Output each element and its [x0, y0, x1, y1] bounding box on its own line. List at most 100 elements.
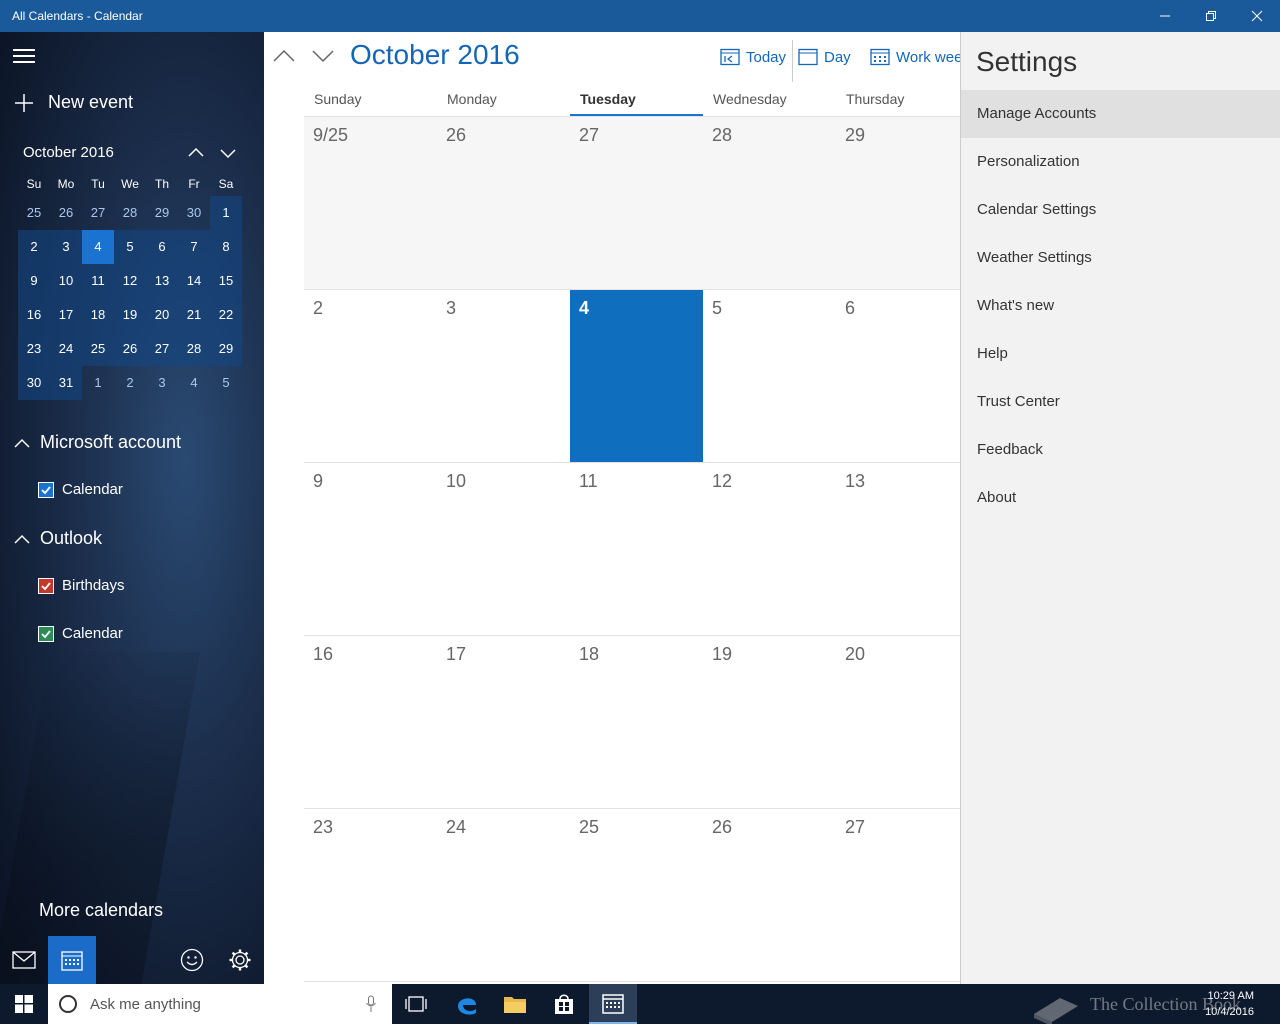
settings-button[interactable] [216, 936, 264, 984]
settings-item-personalization[interactable]: Personalization [961, 138, 1280, 186]
mini-calendar-day[interactable]: 12 [114, 264, 146, 298]
day-cell[interactable]: 2 [304, 290, 437, 462]
mini-calendar-day[interactable]: 23 [18, 332, 50, 366]
day-cell[interactable]: 27 [836, 809, 960, 981]
mini-calendar-day[interactable]: 2 [114, 366, 146, 400]
day-cell[interactable]: 6 [836, 290, 960, 462]
edge-button[interactable] [443, 984, 491, 1024]
close-button[interactable] [1234, 0, 1280, 32]
mini-calendar-day[interactable]: 30 [18, 366, 50, 400]
settings-item-what-s-new[interactable]: What's new [961, 282, 1280, 330]
file-explorer-button[interactable] [491, 984, 539, 1024]
restore-button[interactable] [1188, 0, 1234, 32]
checkbox[interactable] [38, 481, 54, 498]
day-cell[interactable]: 23 [304, 809, 437, 981]
mini-calendar-day[interactable]: 25 [82, 332, 114, 366]
mini-calendar-next-button[interactable] [216, 141, 240, 165]
calendar-taskbar-button[interactable] [589, 984, 637, 1024]
mini-calendar-day[interactable]: 27 [146, 332, 178, 366]
mini-calendar-day[interactable]: 11 [82, 264, 114, 298]
calendar-toggle-outlook-calendar[interactable]: Calendar [38, 625, 123, 642]
mini-calendar-day[interactable]: 6 [146, 230, 178, 264]
day-cell[interactable]: 3 [437, 290, 570, 462]
day-cell[interactable]: 5 [703, 290, 836, 462]
more-calendars-link[interactable]: More calendars [39, 900, 163, 921]
settings-item-about[interactable]: About [961, 474, 1280, 522]
mini-calendar-day[interactable]: 26 [50, 196, 82, 230]
store-button[interactable] [540, 984, 588, 1024]
day-cell[interactable]: 11 [570, 463, 703, 635]
feedback-smiley-button[interactable] [168, 936, 216, 984]
start-button[interactable] [0, 984, 48, 1024]
checkbox[interactable] [38, 577, 54, 594]
settings-item-calendar-settings[interactable]: Calendar Settings [961, 186, 1280, 234]
settings-item-help[interactable]: Help [961, 330, 1280, 378]
settings-item-feedback[interactable]: Feedback [961, 426, 1280, 474]
checkbox[interactable] [38, 625, 54, 642]
mini-calendar-day[interactable]: 26 [114, 332, 146, 366]
mini-calendar-day[interactable]: 20 [146, 298, 178, 332]
mini-calendar-day[interactable]: 7 [178, 230, 210, 264]
mini-calendar-day[interactable]: 27 [82, 196, 114, 230]
mini-calendar-day[interactable]: 5 [114, 230, 146, 264]
mini-calendar-day[interactable]: 18 [82, 298, 114, 332]
mini-calendar-day[interactable]: 28 [114, 196, 146, 230]
mini-calendar-day[interactable]: 4 [178, 366, 210, 400]
minimize-button[interactable] [1142, 0, 1188, 32]
mini-calendar-day[interactable]: 30 [178, 196, 210, 230]
mini-calendar-day[interactable]: 25 [18, 196, 50, 230]
settings-item-trust-center[interactable]: Trust Center [961, 378, 1280, 426]
mini-calendar-day[interactable]: 1 [82, 366, 114, 400]
day-cell[interactable]: 27 [570, 117, 703, 289]
mini-calendar-day[interactable]: 3 [50, 230, 82, 264]
day-cell[interactable]: 17 [437, 636, 570, 808]
mini-calendar-day[interactable]: 3 [146, 366, 178, 400]
group-outlook[interactable]: Outlook [14, 528, 102, 549]
mini-calendar-day[interactable]: 15 [210, 264, 242, 298]
settings-item-manage-accounts[interactable]: Manage Accounts [961, 90, 1280, 138]
calendar-toggle-birthdays[interactable]: Birthdays [38, 577, 125, 594]
day-cell[interactable]: 9 [304, 463, 437, 635]
mini-calendar-day[interactable]: 2 [18, 230, 50, 264]
search-box[interactable]: Ask me anything [48, 984, 392, 1024]
previous-month-button[interactable] [270, 42, 298, 70]
mini-calendar-day[interactable]: 1 [210, 196, 242, 230]
mini-calendar-day[interactable]: 21 [178, 298, 210, 332]
today-button[interactable]: Today [720, 48, 786, 66]
work-week-view-button[interactable]: Work week [870, 48, 960, 66]
day-cell[interactable]: 9/25 [304, 117, 437, 289]
day-cell[interactable]: 29 [836, 117, 960, 289]
mini-calendar-prev-button[interactable] [184, 141, 208, 165]
mail-button[interactable] [0, 936, 48, 984]
mini-calendar-day[interactable]: 8 [210, 230, 242, 264]
mini-calendar-day[interactable]: 29 [146, 196, 178, 230]
day-cell-today[interactable]: 4 [570, 290, 703, 462]
day-cell[interactable]: 19 [703, 636, 836, 808]
day-cell[interactable]: 20 [836, 636, 960, 808]
day-cell[interactable]: 10 [437, 463, 570, 635]
day-cell[interactable]: 26 [437, 117, 570, 289]
mini-calendar-day[interactable]: 13 [146, 264, 178, 298]
settings-item-weather-settings[interactable]: Weather Settings [961, 234, 1280, 282]
new-event-button[interactable]: New event [14, 92, 133, 113]
microphone-icon[interactable] [365, 995, 377, 1013]
mini-calendar-day[interactable]: 31 [50, 366, 82, 400]
mini-calendar-day[interactable]: 5 [210, 366, 242, 400]
mini-calendar-day[interactable]: 24 [50, 332, 82, 366]
group-microsoft-account[interactable]: Microsoft account [14, 432, 181, 453]
mini-calendar-day[interactable]: 17 [50, 298, 82, 332]
mini-calendar-day[interactable]: 14 [178, 264, 210, 298]
day-cell[interactable]: 13 [836, 463, 960, 635]
calendar-toggle-microsoft-calendar[interactable]: Calendar [38, 481, 123, 498]
task-view-button[interactable] [392, 984, 440, 1024]
day-view-button[interactable]: Day [798, 48, 851, 66]
day-cell[interactable]: 28 [703, 117, 836, 289]
mini-calendar-day[interactable]: 16 [18, 298, 50, 332]
mini-calendar-day[interactable]: 10 [50, 264, 82, 298]
mini-calendar-day[interactable]: 19 [114, 298, 146, 332]
day-cell[interactable]: 18 [570, 636, 703, 808]
day-cell[interactable]: 26 [703, 809, 836, 981]
day-cell[interactable]: 12 [703, 463, 836, 635]
hamburger-menu-button[interactable] [12, 44, 36, 68]
mini-calendar-day[interactable]: 9 [18, 264, 50, 298]
